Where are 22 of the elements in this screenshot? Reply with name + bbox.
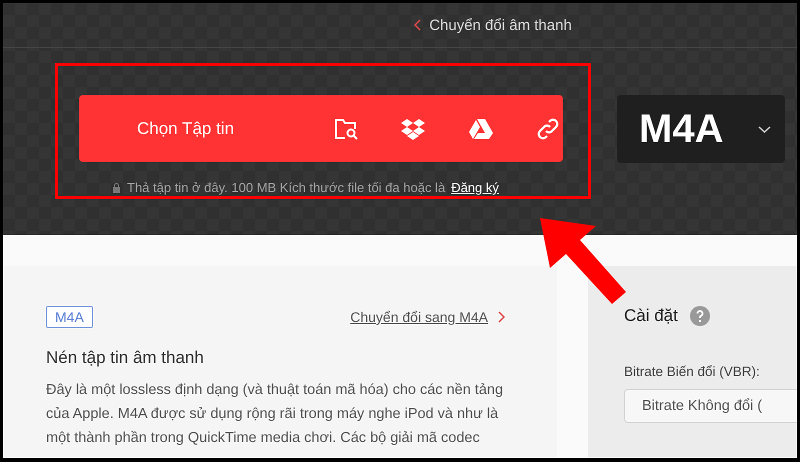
format-dropdown[interactable]: M4A bbox=[617, 95, 785, 163]
dropbox-icon bbox=[400, 118, 426, 140]
source-button[interactable] bbox=[536, 116, 560, 142]
breadcrumb-link[interactable]: Chuyển đổi âm thanh bbox=[429, 16, 572, 34]
chevron-left-icon bbox=[414, 19, 422, 31]
choose-file-button[interactable]: Chọn Tập tin bbox=[137, 118, 234, 138]
link-icon bbox=[536, 116, 560, 140]
settings-title: Cài đặt bbox=[624, 306, 678, 326]
drop-hint-text: Thả tập tin ở đây. 100 MB Kích thước file tối đa hoặc là bbox=[127, 180, 446, 195]
convert-link[interactable]: Chuyển đổi sang M4A bbox=[350, 309, 505, 325]
bitrate-select[interactable]: Bitrate Không đổi ( bbox=[624, 389, 797, 423]
format-tag: M4A bbox=[46, 306, 93, 328]
signup-link[interactable]: Đăng ký bbox=[451, 180, 499, 195]
chevron-down-icon bbox=[758, 126, 771, 132]
drive-icon bbox=[468, 118, 494, 140]
description-text: Đây là một lossless định dạng (và thuật toán mã hóa) cho các nền tảng của Apple. M4A được sử dụng rộng rãi trong máy nghe iPod và như là một thành phần trong QuickTime media chơi. Các bộ giải mã codec bbox=[46, 381, 504, 448]
folder-search-icon bbox=[334, 118, 358, 140]
lock-icon bbox=[112, 182, 121, 193]
help-icon[interactable] bbox=[690, 306, 710, 326]
chevron-right-icon bbox=[498, 311, 505, 323]
section-heading: Nén tập tin âm thanh bbox=[46, 348, 205, 368]
bitrate-label: Bitrate Biến đổi (VBR): bbox=[624, 364, 761, 379]
